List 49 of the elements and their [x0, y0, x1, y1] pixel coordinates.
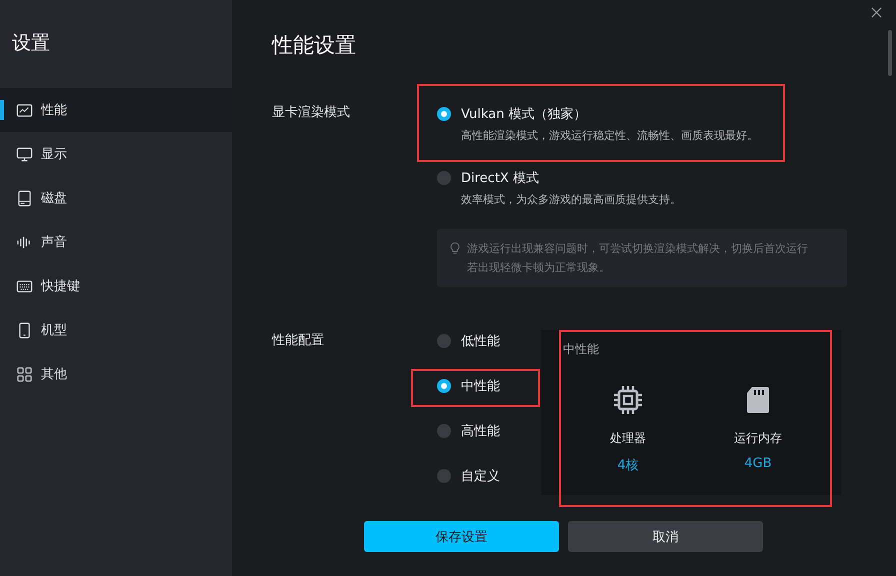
cancel-button[interactable]: 取消 — [568, 521, 763, 552]
setting-label: 性能配置 — [272, 332, 325, 350]
option-description: 高性能渲染模式，游戏运行稳定性、流畅性、画质表现最好。 — [460, 128, 759, 143]
sidebar-item[interactable]: 其他 — [0, 352, 232, 396]
sidebar-item-label: 显示 — [41, 146, 67, 163]
sidebar-item[interactable]: 声音 — [0, 220, 232, 264]
monitor-icon — [16, 146, 33, 162]
chip-icon — [612, 384, 644, 416]
sidebar-item-label: 性能 — [41, 102, 67, 119]
sidebar-item-label: 磁盘 — [41, 190, 67, 207]
spec-value: 4GB — [744, 456, 772, 471]
radio-button[interactable] — [437, 379, 451, 393]
setting-label: 显卡渲染模式 — [272, 104, 351, 122]
page-title: 性能设置 — [272, 32, 356, 59]
sidebar-item-label: 机型 — [41, 322, 67, 339]
chart-icon — [16, 102, 33, 118]
keyboard-icon — [16, 278, 33, 294]
scrollbar[interactable] — [888, 30, 892, 76]
radio-button[interactable] — [437, 469, 451, 483]
grid-icon — [16, 366, 33, 382]
spec-label: 处理器 — [610, 430, 646, 447]
radio-button[interactable] — [437, 171, 451, 185]
option-label[interactable]: 低性能 — [461, 332, 500, 350]
panel-title: 中性能 — [563, 341, 600, 358]
spec-label: 运行内存 — [734, 430, 782, 447]
radio-button[interactable] — [437, 424, 451, 438]
lightbulb-icon — [449, 241, 461, 256]
tip-text: 游戏运行出现兼容问题时，可尝试切换渲染模式解决，切换后首次运行若出现轻微卡顿为正常现象。 — [467, 241, 809, 276]
option-label[interactable]: Vulkan 模式（独家） — [461, 105, 586, 123]
sidebar-item[interactable]: 快捷键 — [0, 264, 232, 308]
option-description: 效率模式，为众多游戏的最高画质提供支持。 — [460, 192, 682, 207]
option-label[interactable]: DirectX 模式 — [461, 169, 539, 187]
sidebar-item[interactable]: 性能 — [0, 88, 232, 132]
radio-button[interactable] — [437, 107, 451, 121]
spec-value: 4核 — [617, 457, 639, 474]
option-label[interactable]: 自定义 — [461, 467, 500, 485]
sidebar-item[interactable]: 显示 — [0, 132, 232, 176]
sidebar-item-label: 快捷键 — [41, 278, 80, 295]
sidebar-item[interactable]: 机型 — [0, 308, 232, 352]
save-button[interactable]: 保存设置 — [364, 521, 559, 552]
close-icon[interactable] — [871, 7, 882, 18]
sidebar-title: 设置 — [11, 31, 51, 56]
sidebar-item-label: 声音 — [41, 234, 67, 251]
radio-button[interactable] — [437, 334, 451, 348]
option-label[interactable]: 高性能 — [461, 422, 500, 440]
sidebar-item-label: 其他 — [41, 366, 67, 383]
phone-icon — [16, 322, 33, 338]
option-label[interactable]: 中性能 — [461, 377, 500, 395]
sidebar-item[interactable]: 磁盘 — [0, 176, 232, 220]
